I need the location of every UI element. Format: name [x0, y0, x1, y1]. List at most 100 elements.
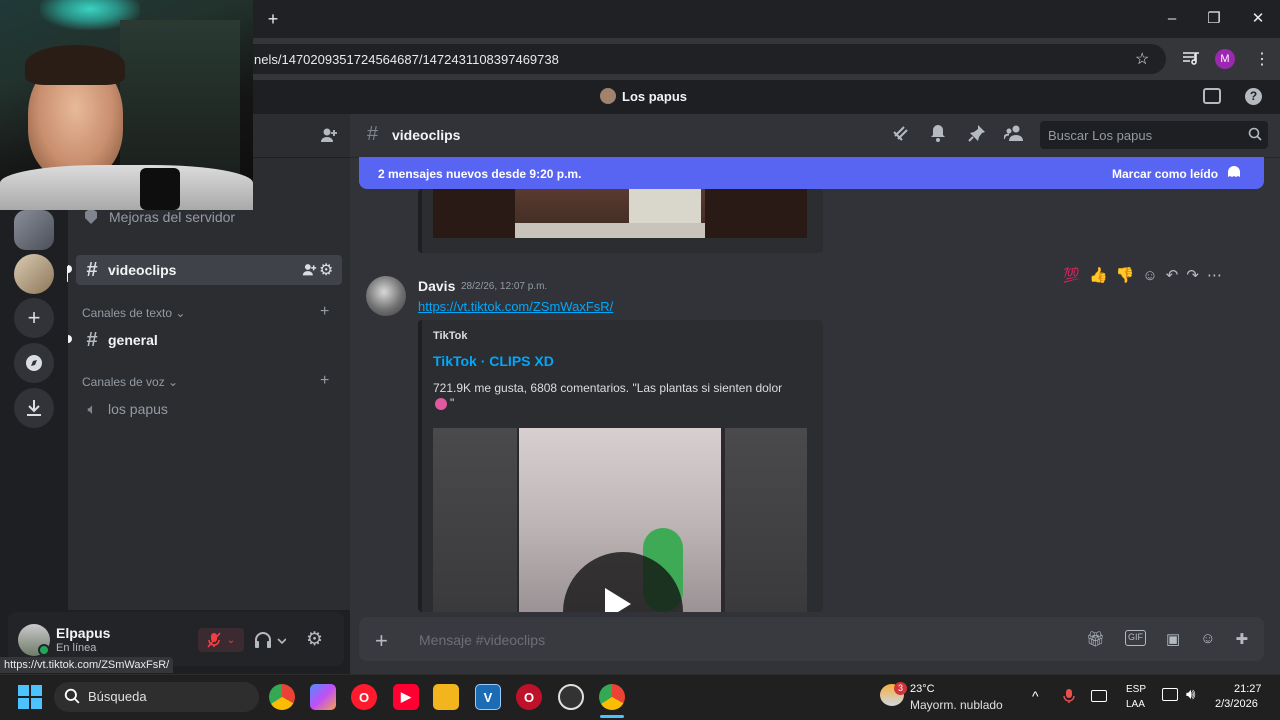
microphone-icon[interactable] [1063, 688, 1075, 709]
browser-menu-icon[interactable]: ⋮ [1254, 49, 1270, 69]
category-text-channels[interactable]: Canales de texto ⌄ [82, 306, 185, 320]
category-voice-channels[interactable]: Canales de voz ⌄ [82, 375, 178, 389]
play-icon [605, 588, 631, 612]
channel-label: general [108, 332, 158, 348]
language-bottom[interactable]: LAA [1126, 699, 1145, 710]
new-tab-button[interactable]: + [262, 8, 284, 30]
message-author[interactable]: Davis [418, 278, 455, 294]
invite-people-icon[interactable] [320, 126, 338, 149]
pinned-messages-icon[interactable] [968, 124, 986, 147]
sticker-icon[interactable]: ▣ [1166, 630, 1180, 648]
message-timestamp: 28/2/26, 12:07 p.m. [461, 281, 548, 292]
attach-plus-icon[interactable]: + [375, 628, 388, 654]
hash-icon: # [367, 123, 379, 145]
user-status-text: En línea [56, 642, 97, 654]
tablet-mode-icon[interactable] [1091, 690, 1107, 702]
volume-icon[interactable]: 🔊︎ [1186, 686, 1195, 703]
add-text-channel-button[interactable]: + [320, 303, 329, 321]
download-apps-icon[interactable] [14, 388, 54, 428]
copilot-app-icon[interactable] [310, 684, 336, 710]
sidebar-item-general[interactable]: # general [76, 325, 342, 355]
reaction-heart-icon[interactable]: 💯︎ [1062, 266, 1081, 284]
create-invite-icon[interactable] [302, 262, 317, 282]
opera-app-icon[interactable]: O [351, 684, 377, 710]
gift-icon[interactable]: 🎁︎ [1086, 630, 1105, 648]
obs-app-icon[interactable] [558, 684, 584, 710]
chrome-app-icon[interactable] [269, 684, 295, 710]
inbox-icon[interactable] [1203, 88, 1221, 104]
more-options-icon[interactable]: ⋯ [1207, 266, 1222, 284]
forward-icon[interactable]: ↷ [1186, 266, 1199, 284]
windows-start-icon[interactable] [18, 685, 42, 709]
apps-icon[interactable]: ✚ [1236, 630, 1249, 648]
username: Elpapus [56, 625, 111, 641]
help-icon[interactable]: ? [1245, 88, 1262, 105]
clock-time[interactable]: 21:27 [1234, 683, 1262, 695]
new-messages-text: 2 mensajes nuevos desde 9:20 p.m. [378, 167, 582, 181]
server-icon-los-papus[interactable] [14, 254, 54, 294]
headphones-button[interactable] [254, 630, 287, 653]
gif-icon[interactable]: GIF [1125, 630, 1147, 646]
bookmark-star-icon[interactable]: ☆ [1135, 49, 1149, 69]
media-control-icon[interactable] [1182, 50, 1200, 66]
notification-bell-icon[interactable] [930, 124, 946, 147]
taskbar-search-label: Búsqueda [88, 689, 147, 704]
embed-provider[interactable]: TikTok [433, 330, 467, 342]
hash-icon: # [86, 328, 98, 351]
previous-video-thumbnail[interactable] [433, 189, 807, 238]
profile-avatar[interactable]: M [1215, 49, 1235, 69]
add-reaction-icon[interactable]: ☺ [1142, 267, 1157, 284]
webcam-overlay [0, 0, 253, 210]
youtube-app-icon[interactable]: ▶ [393, 684, 419, 710]
close-window-button[interactable]: ✕ [1246, 8, 1270, 30]
add-server-icon[interactable]: + [14, 298, 54, 338]
member-list-icon[interactable] [1003, 124, 1024, 147]
address-bar-url: nels/1470209351724564687/147243110839746… [254, 52, 559, 67]
sidebar-item-voice-los-papus[interactable]: 🔈︎ los papus [76, 394, 342, 424]
add-voice-channel-button[interactable]: + [320, 372, 329, 390]
embed-title[interactable]: TikTok · CLIPS XD [433, 353, 554, 369]
hash-icon: # [86, 258, 98, 281]
channel-label: videoclips [108, 262, 177, 278]
vegas-app-icon[interactable]: V [475, 684, 501, 710]
clock-date[interactable]: 2/3/2026 [1215, 698, 1258, 710]
server-boost-item[interactable]: Mejoras del servidor [109, 209, 235, 225]
channel-settings-gear-icon[interactable]: ⚙ [319, 260, 333, 280]
show-hidden-icons-chevron-icon[interactable]: ^ [1032, 688, 1039, 704]
embed-description: 721.9K me gusta, 6808 comentarios. "Las … [433, 381, 783, 395]
chat-channel-title: videoclips [392, 127, 461, 143]
weather-desc[interactable]: Mayorm. nublado [910, 698, 1003, 712]
emoji-picker-icon[interactable]: ☺ [1200, 630, 1215, 648]
network-icon[interactable] [1162, 688, 1178, 701]
active-app-indicator [600, 715, 624, 718]
minimize-button[interactable]: – [1160, 8, 1184, 30]
composer-placeholder: Mensaje #videoclips [419, 632, 546, 648]
taskbar-search-input[interactable] [54, 682, 259, 712]
opera-gx-app-icon[interactable]: O [516, 684, 542, 710]
server-icon-1[interactable] [14, 210, 54, 250]
maximize-button[interactable]: ❐ [1202, 8, 1226, 30]
composer-tools: 🎁︎ GIF ▣ ☺ ✚ [1086, 630, 1248, 648]
author-avatar[interactable] [366, 276, 406, 316]
reply-icon[interactable]: ↶ [1166, 266, 1179, 284]
discover-icon[interactable] [14, 343, 54, 383]
language-top[interactable]: ESP [1126, 684, 1146, 695]
speaker-icon: 🔈︎ [87, 400, 97, 418]
search-placeholder: Buscar Los papus [1048, 128, 1153, 143]
category-label: Canales de voz [82, 375, 165, 389]
chrome-profile-app-icon[interactable] [599, 684, 625, 710]
threads-icon[interactable] [892, 124, 910, 147]
message-hover-toolbar: 💯︎ 👍 👎 ☺ ↶ ↷ ⋯ [1058, 262, 1252, 288]
file-explorer-icon[interactable] [433, 684, 459, 710]
user-settings-gear-icon[interactable]: ⚙ [306, 628, 323, 651]
reaction-thumbs-down-icon[interactable]: 👎 [1116, 266, 1135, 284]
weather-temp[interactable]: 23°C [910, 683, 935, 695]
mark-read-icon [1226, 165, 1242, 186]
mark-as-read-button[interactable]: Marcar como leído [1112, 167, 1218, 181]
embed-video-thumbnail[interactable] [433, 428, 807, 612]
server-avatar-icon [600, 88, 616, 104]
reaction-thumbs-up-icon[interactable]: 👍 [1089, 266, 1108, 284]
embed-description-end: " [450, 396, 455, 410]
message-link[interactable]: https://vt.tiktok.com/ZSmWaxFsR/ [418, 299, 613, 314]
mute-mic-button[interactable]: ⌄ [198, 628, 244, 652]
